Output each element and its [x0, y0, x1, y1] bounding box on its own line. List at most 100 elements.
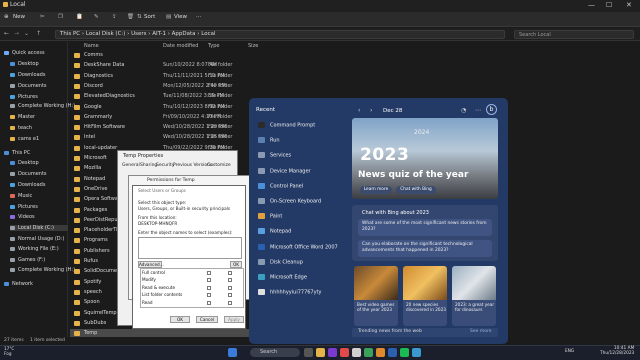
sidebar-item[interactable]: Downloads [10, 72, 45, 78]
chevron-left-icon[interactable]: ‹ [358, 107, 360, 114]
allow-checkbox[interactable] [207, 278, 211, 283]
allow-checkbox[interactable] [207, 293, 211, 298]
app-icon[interactable] [412, 348, 421, 357]
file-explorer-icon[interactable] [316, 348, 325, 357]
view-button[interactable]: View [174, 14, 187, 20]
column-size[interactable]: Size [248, 43, 258, 49]
rename-icon[interactable]: ✎ [94, 14, 99, 20]
tab-general[interactable]: General [122, 163, 140, 168]
sidebar-item[interactable]: Documents [10, 171, 47, 177]
breadcrumb-item[interactable]: Local Disk (C:) [86, 31, 126, 37]
avatar-icon[interactable]: ◔ [461, 107, 466, 114]
chat-with-bing-button[interactable]: Chat with Bing [396, 186, 436, 194]
deny-checkbox[interactable] [228, 293, 232, 298]
recent-item[interactable]: hhhhhyyiui77767yty [258, 289, 322, 296]
weather-widget[interactable]: 17°C Fog [4, 346, 14, 356]
sidebar-item[interactable]: Downloads [10, 182, 45, 188]
tab-sharing[interactable]: Sharing [140, 163, 157, 168]
perm-apply-button[interactable]: Apply [224, 316, 244, 323]
trending-bar[interactable]: Trending news from the web See more [352, 328, 498, 337]
sidebar-item[interactable]: cams e1 [10, 136, 39, 142]
back-icon[interactable]: ← [4, 30, 9, 37]
breadcrumb-item[interactable]: Users [131, 31, 146, 37]
recent-item[interactable]: Microsoft Edge [258, 274, 307, 281]
sidebar-item[interactable]: teach [10, 125, 32, 131]
taskbar-search[interactable]: Search [250, 348, 300, 357]
share-icon[interactable]: ⇪ [112, 14, 117, 20]
recent-item[interactable]: Disk Cleanup [258, 258, 303, 265]
task-view-icon[interactable] [304, 348, 313, 357]
app-icon[interactable] [328, 348, 337, 357]
sidebar-item[interactable]: Normal Usage (D:) [10, 236, 64, 242]
deny-checkbox[interactable] [228, 285, 232, 290]
chevron-right-icon[interactable]: › [370, 107, 372, 114]
sidebar-item[interactable]: Master [10, 114, 35, 120]
column-type[interactable]: Type [208, 43, 219, 49]
news-thumb[interactable]: 2023: a great year for dinosaurs [452, 266, 496, 326]
news-thumb[interactable]: Best video games of the year 2023 [354, 266, 398, 326]
sidebar-item[interactable]: Pictures [10, 204, 38, 210]
allow-checkbox[interactable] [207, 300, 211, 305]
allow-checkbox[interactable] [207, 285, 211, 290]
file-row[interactable]: Comms [70, 51, 300, 60]
sidebar-item[interactable]: Complete Working (H:) [10, 267, 75, 273]
recent-item[interactable]: Run [258, 137, 280, 144]
chrome-icon[interactable] [364, 348, 373, 357]
sidebar-item[interactable]: Network [4, 281, 33, 287]
word-icon[interactable] [388, 348, 397, 357]
recent-item[interactable]: Notepad [258, 228, 291, 235]
advanced-button[interactable]: Advanced... [138, 261, 164, 268]
file-row[interactable]: Diagnostics Thu/11/11/2021 5:11 PM File fo… [70, 72, 300, 81]
learn-more-button[interactable]: Learn more [360, 186, 392, 194]
allow-checkbox[interactable] [207, 271, 211, 275]
language-indicator[interactable]: ENG [565, 349, 574, 354]
sidebar-item[interactable]: Complete Working (H:) [10, 103, 75, 109]
sidebar-item[interactable]: Working File (E:) [10, 246, 59, 252]
deny-checkbox[interactable] [228, 300, 232, 305]
deny-checkbox[interactable] [228, 271, 232, 275]
file-row[interactable]: Discord Mon/12/05/2022 2:40 PM File folder [70, 82, 300, 91]
start-icon[interactable] [228, 348, 237, 357]
object-names-input[interactable] [138, 237, 242, 259]
breadcrumb-item[interactable]: AppData [172, 31, 196, 37]
breadcrumb-item[interactable]: AIT-1 [152, 31, 166, 37]
forward-icon[interactable]: → [14, 30, 19, 37]
maximize-button[interactable]: ☐ [606, 1, 612, 9]
select-ok-button[interactable]: OK [230, 261, 242, 268]
column-name[interactable]: Name [84, 43, 99, 49]
sidebar-item[interactable]: Videos [10, 214, 35, 220]
more-icon[interactable]: ⋯ [475, 107, 481, 114]
sidebar-item[interactable]: This PC [4, 150, 30, 156]
firefox-icon[interactable] [376, 348, 385, 357]
app-icon[interactable] [352, 348, 361, 357]
spotify-icon[interactable] [400, 348, 409, 357]
sidebar-item[interactable]: Pictures [10, 94, 38, 100]
breadcrumb-item[interactable]: This PC [60, 31, 80, 37]
perm-ok-button[interactable]: OK [170, 316, 190, 323]
sidebar-item[interactable]: Music [10, 193, 32, 199]
paste-icon[interactable]: 📋 [76, 14, 83, 20]
news-thumb[interactable]: 20 new species discovered in 2023 [403, 266, 447, 326]
recent-item[interactable]: Paint [258, 213, 282, 220]
search-input[interactable]: Search Local [514, 30, 634, 39]
up-icon[interactable]: ↑ [36, 30, 41, 37]
news-headline[interactable]: News quiz of the year [358, 170, 468, 180]
recent-item[interactable]: Control Panel [258, 182, 303, 189]
copy-icon[interactable]: ❐ [58, 14, 63, 20]
minimize-button[interactable]: — [588, 1, 595, 9]
new-button[interactable]: New [13, 14, 25, 20]
tab-security[interactable]: Security [156, 163, 174, 168]
sidebar-item[interactable]: Desktop [10, 61, 39, 67]
close-button[interactable]: ✕ [626, 1, 632, 9]
chevron-down-icon[interactable]: ⌄ [24, 30, 29, 37]
sidebar-item[interactable]: Desktop [10, 160, 39, 166]
recent-item[interactable]: Command Prompt [258, 122, 315, 129]
sidebar-item[interactable]: Local Disk (C:) [10, 225, 68, 231]
sidebar-item[interactable]: Quick access [4, 50, 45, 56]
deny-checkbox[interactable] [228, 278, 232, 283]
opera-icon[interactable] [340, 348, 349, 357]
chat-question[interactable]: What are some of the most significant ne… [358, 219, 492, 236]
recent-item[interactable]: Device Manager [258, 167, 311, 174]
file-row[interactable]: DeskShare Data Sun/10/2022 8:07 AM File fo… [70, 61, 300, 70]
sidebar-item[interactable]: Documents [10, 83, 47, 89]
